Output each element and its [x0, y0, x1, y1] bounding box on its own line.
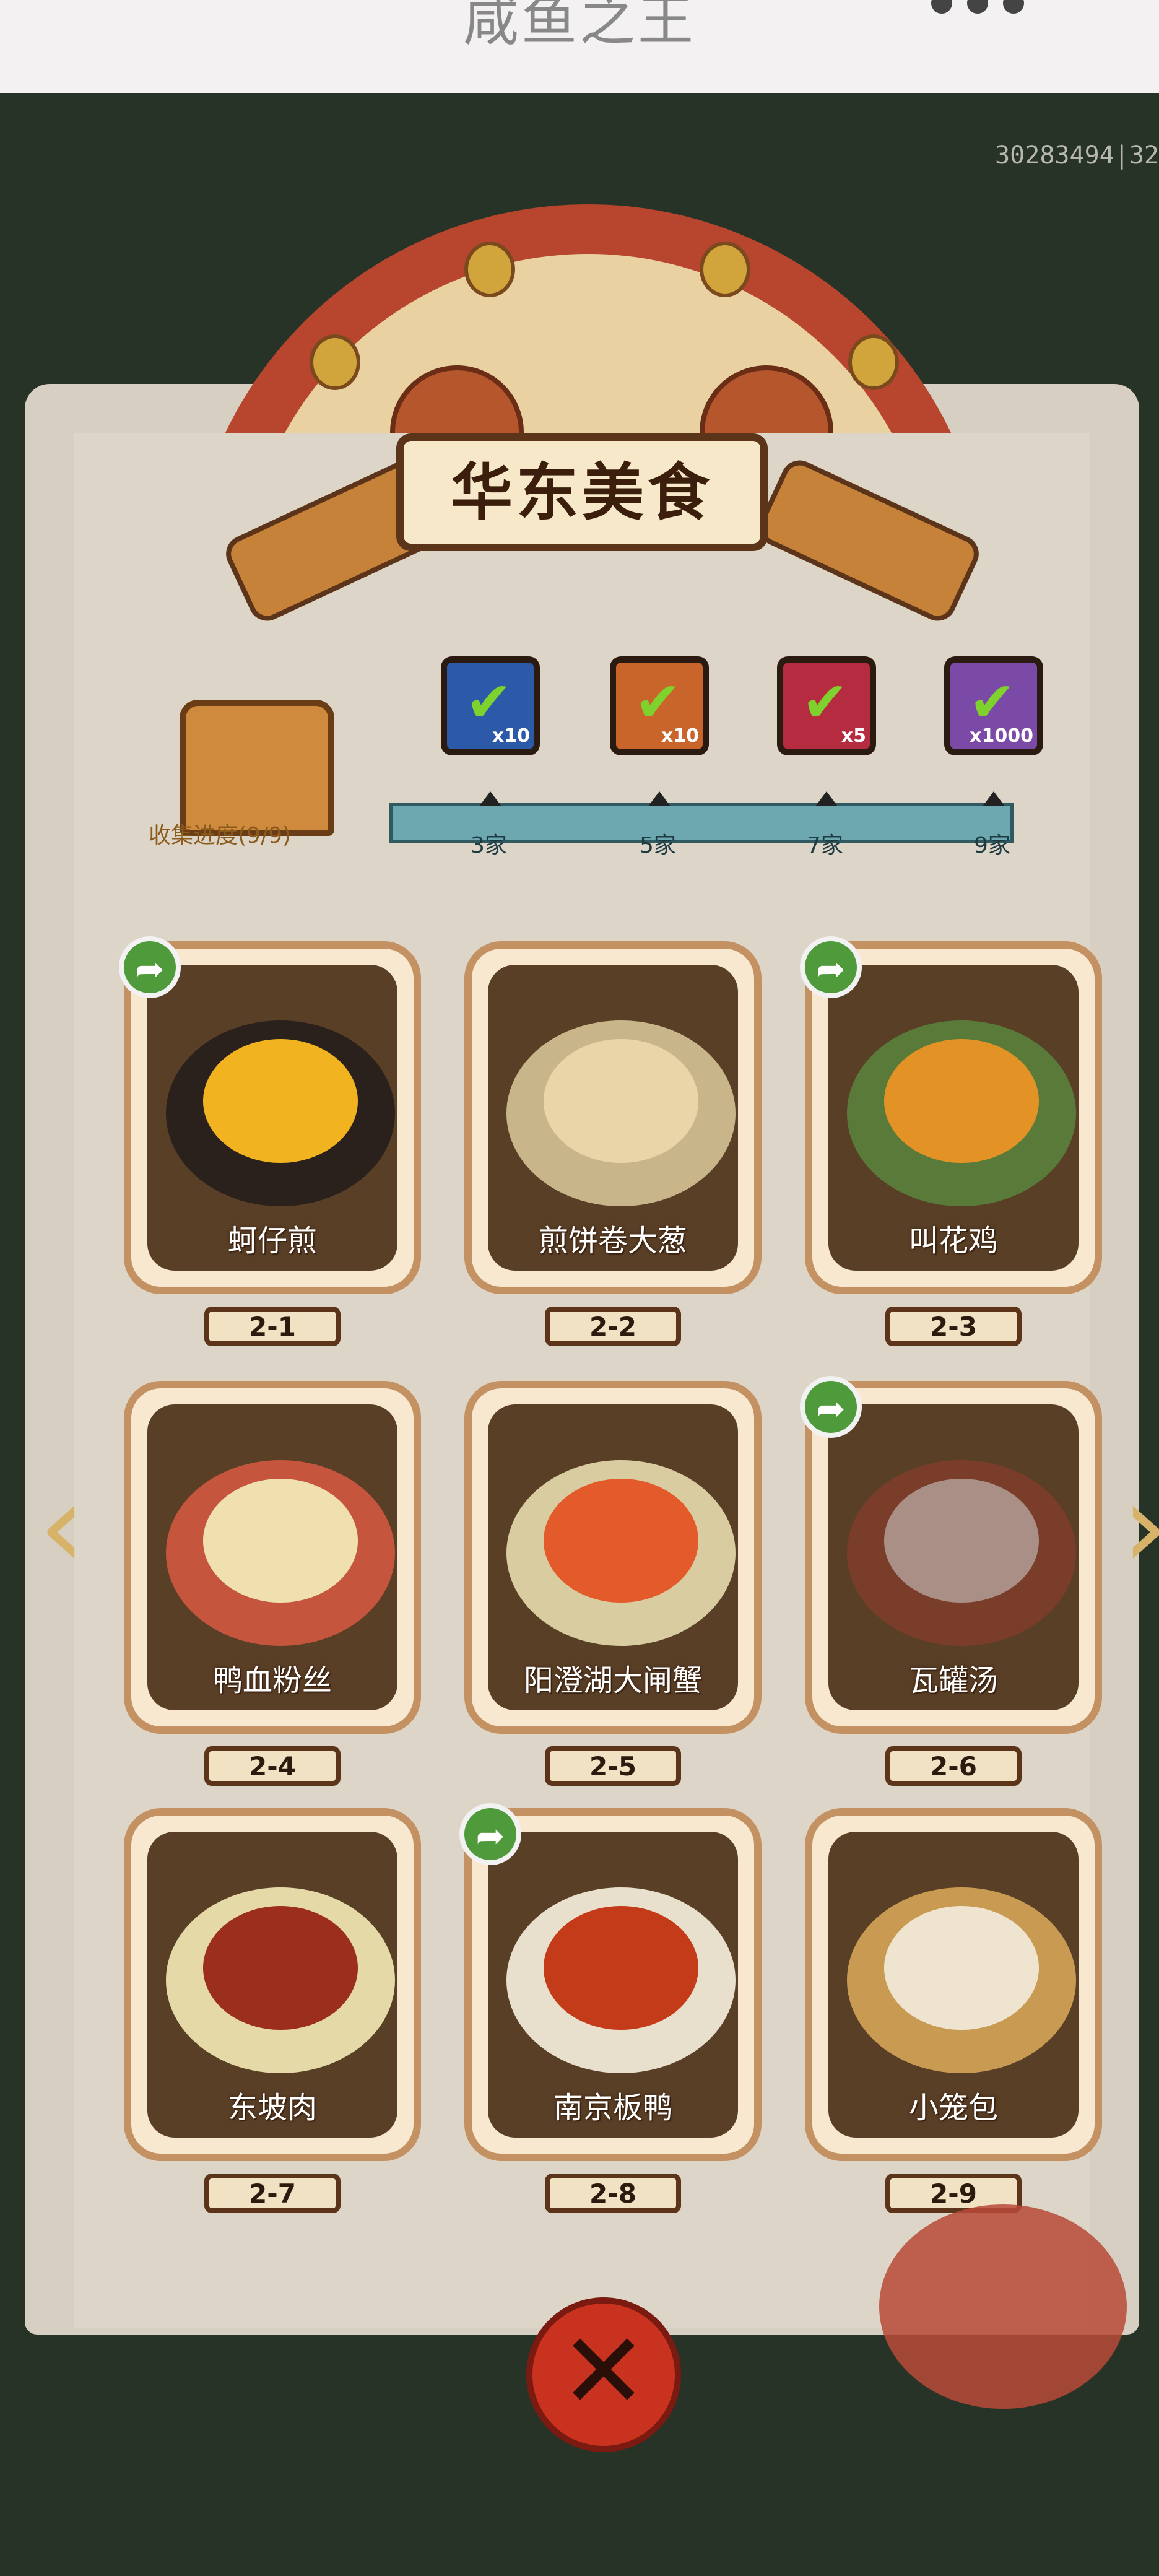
stage-level-tag: 2-8 [545, 2174, 681, 2213]
claimed-check-icon: ✔ [802, 670, 849, 735]
food-icon [203, 1906, 358, 2030]
claimed-check-icon: ✔ [466, 670, 513, 735]
food-icon [544, 1479, 698, 1603]
dish-card[interactable]: 蚵仔煎 ➦ [119, 936, 421, 1294]
dish-name: 叫花鸡 [908, 1224, 998, 1258]
more-options-icon[interactable] [924, 0, 1085, 19]
dish-name: 鸭血粉丝 [212, 1663, 332, 1698]
share-icon[interactable]: ➦ [800, 1376, 862, 1438]
claimed-check-icon: ✔ [969, 670, 1016, 735]
milestone-reward-4[interactable]: ✔ x1000 [944, 656, 1043, 755]
food-icon [884, 1906, 1039, 2030]
status-bar: 咸鱼之王 [0, 0, 1159, 93]
milestone-marker-icon [815, 791, 838, 806]
dish-card[interactable]: 叫花鸡 ➦ [800, 936, 1102, 1294]
milestone-label: 5家 [640, 833, 676, 858]
panel-title-banner: 华东美食 [396, 433, 768, 551]
share-icon[interactable]: ➦ [800, 936, 862, 998]
recipe-book-icon[interactable] [180, 700, 334, 836]
stage-level-tag: 2-2 [545, 1307, 681, 1346]
food-icon [203, 1479, 358, 1603]
dish-name: 瓦罐汤 [908, 1663, 998, 1698]
reward-count: x5 [841, 725, 866, 747]
prev-page-arrow-icon[interactable]: ‹ [25, 1461, 99, 1591]
dish-card[interactable]: 瓦罐汤 ➦ [800, 1376, 1102, 1734]
collection-progress-label: 收集进度(9/9) [149, 823, 292, 848]
milestone-marker-icon [479, 791, 501, 806]
milestone-label: 3家 [471, 833, 507, 858]
stud-icon [310, 334, 360, 390]
stage-level-tag: 2-4 [204, 1746, 341, 1786]
food-icon [884, 1039, 1039, 1163]
milestone-marker-icon [983, 791, 1005, 806]
panel-title: 华东美食 [451, 456, 713, 529]
stud-icon [464, 242, 515, 297]
dish-card[interactable]: 鸭血粉丝 [124, 1381, 421, 1734]
stud-icon [848, 334, 899, 390]
dish-card[interactable]: 阳澄湖大闸蟹 [464, 1381, 762, 1734]
reward-count: x10 [492, 725, 530, 747]
dish-card[interactable]: 东坡肉 [124, 1808, 421, 2161]
stage-level-tag: 2-1 [204, 1307, 341, 1346]
dish-name: 阳澄湖大闸蟹 [523, 1663, 702, 1698]
reward-count: x1000 [970, 725, 1033, 747]
milestone-reward-1[interactable]: ✔ x10 [441, 656, 540, 755]
dish-name: 小笼包 [908, 2091, 998, 2125]
stud-icon [700, 242, 750, 297]
stage-level-tag: 2-3 [885, 1307, 1022, 1346]
seal-stamp-decoration [879, 2204, 1127, 2409]
close-button[interactable]: ✕ [526, 2297, 681, 2452]
stage-level-tag: 2-7 [204, 2174, 341, 2213]
dish-name: 煎饼卷大葱 [538, 1224, 687, 1258]
food-icon [544, 1906, 698, 2030]
dish-name: 东坡肉 [227, 2091, 317, 2125]
milestone-marker-icon [648, 791, 671, 806]
dish-card[interactable]: 南京板鸭 ➦ [459, 1803, 762, 2161]
milestone-label: 9家 [974, 833, 1010, 858]
dish-name: 南京板鸭 [553, 2091, 672, 2125]
food-icon [544, 1039, 698, 1163]
dish-name: 蚵仔煎 [227, 1224, 317, 1258]
milestone-reward-3[interactable]: ✔ x5 [777, 656, 876, 755]
dish-card[interactable]: 小笼包 [805, 1808, 1102, 2161]
milestone-reward-2[interactable]: ✔ x10 [610, 656, 709, 755]
food-icon [884, 1479, 1039, 1603]
next-page-arrow-icon[interactable]: › [1108, 1461, 1159, 1591]
share-icon[interactable]: ➦ [459, 1803, 521, 1865]
account-id: 30283494|32 [995, 141, 1159, 170]
food-icon [203, 1039, 358, 1163]
share-icon[interactable]: ➦ [119, 936, 181, 998]
reward-count: x10 [661, 725, 699, 747]
dish-card[interactable]: 煎饼卷大葱 [464, 941, 762, 1294]
claimed-check-icon: ✔ [635, 670, 682, 735]
stage-level-tag: 2-5 [545, 1746, 681, 1786]
stage-level-tag: 2-6 [885, 1746, 1022, 1786]
milestone-label: 7家 [807, 833, 843, 858]
